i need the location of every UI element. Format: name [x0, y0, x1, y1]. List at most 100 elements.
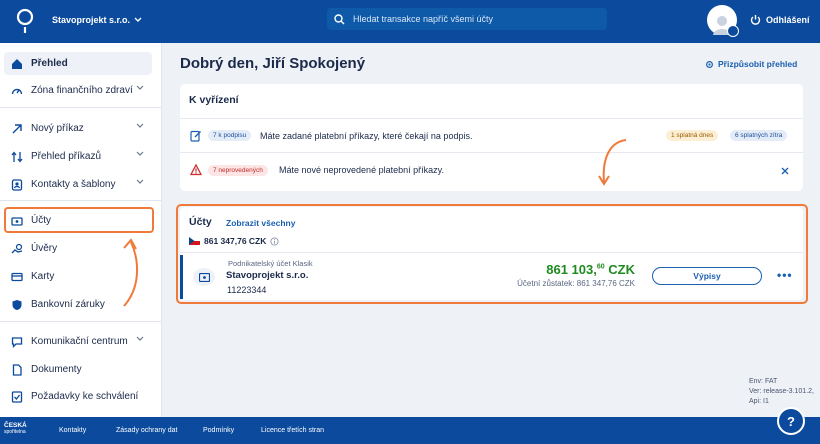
divider — [0, 107, 162, 108]
accounts-card: Účty Zobrazit všechny 861 347,76 CZK Pod… — [180, 207, 803, 300]
page-title: Dobrý den, Jiří Spokojený — [180, 55, 366, 72]
divider — [0, 321, 162, 322]
env-line: Env: FAT — [749, 378, 778, 385]
arrow-up-right-icon — [12, 123, 22, 133]
due-tomorrow-badge: 6 splatných zítra — [730, 130, 788, 141]
sidebar-item-label: Úvěry — [31, 243, 58, 254]
account-type: Podnikatelský účet Klasik — [228, 259, 313, 268]
sidebar-item-label: Bankovní záruky — [31, 299, 105, 310]
edit-document-icon — [190, 130, 201, 142]
annotation-arrow-icon — [123, 238, 139, 307]
coins-icon — [11, 243, 23, 253]
contacts-icon — [11, 178, 23, 191]
chevron-down-icon — [136, 336, 144, 341]
footer: ČESKÁ spořitelna Kontakty Zásady ochrany… — [0, 417, 820, 444]
todo-row-unexecuted[interactable]: 7 neprovedených Máte nové neprovedené pl… — [180, 152, 803, 186]
document-icon — [12, 363, 22, 376]
sidebar-item-komunikacni-centrum[interactable]: Komunikační centrum — [4, 330, 152, 353]
sidebar-item-dokumenty[interactable]: Dokumenty — [4, 358, 152, 381]
sidebar-item-prehled-prikazu[interactable]: Přehled příkazů — [4, 145, 152, 168]
search-icon — [334, 13, 345, 24]
company-name: Stavoprojekt s.r.o. — [52, 15, 131, 25]
accounts-total: 861 347,76 CZK — [189, 236, 279, 246]
footer-link-licence[interactable]: Licence třetích stran — [261, 427, 324, 434]
todo-card: K vyřízení 7 k podpisu Máte zadané plate… — [180, 84, 803, 191]
env-line: Ver: release-3.101.2, — [749, 388, 814, 395]
avatar[interactable] — [707, 5, 739, 37]
balance-cents: 60 — [596, 263, 605, 271]
sidebar-item-zona-financniho-zdravi[interactable]: Zóna finančního zdraví — [4, 79, 152, 102]
sidebar-item-label: Přehled — [31, 58, 68, 69]
todo-title: K vyřízení — [189, 94, 239, 106]
annotation-arrow-icon — [598, 139, 627, 186]
sidebar-item-label: Zóna finančního zdraví — [31, 85, 133, 96]
gear-icon — [706, 60, 713, 68]
logo-line: spořitelna — [4, 429, 26, 435]
warning-icon — [190, 164, 202, 176]
help-button[interactable]: ? — [777, 407, 805, 435]
chevron-down-icon — [136, 151, 144, 156]
account-number: 11223344 — [227, 285, 267, 295]
sidebar-item-novy-prikaz[interactable]: Nový příkaz — [4, 117, 152, 140]
total-balance: 861 347,76 CZK — [204, 236, 267, 246]
sidebar-item-label: Karty — [31, 271, 55, 282]
info-icon[interactable] — [270, 236, 279, 246]
home-icon — [12, 58, 22, 69]
approval-icon — [11, 390, 23, 403]
due-today-badge: 1 splatná dnes — [666, 130, 719, 141]
env-info: Env: FAT Ver: release-3.101.2, Api: I1 — [749, 377, 814, 407]
footer-link-zasady[interactable]: Zásady ochrany dat — [116, 427, 177, 434]
swap-arrows-icon — [11, 150, 23, 163]
shield-icon — [12, 299, 22, 310]
account-selected-bar — [180, 255, 183, 299]
sidebar-item-label: Komunikační centrum — [31, 336, 128, 347]
company-switcher[interactable]: Stavoprojekt s.r.o. — [52, 15, 142, 25]
settings-badge-icon — [727, 25, 739, 37]
sidebar-item-pozadavky-ke-schvaleni[interactable]: Požadavky ke schválení — [4, 385, 152, 408]
footer-link-podminky[interactable]: Podmínky — [203, 427, 234, 434]
account-row[interactable]: Podnikatelský účet Klasik Stavoprojekt s… — [180, 252, 803, 300]
account-name: Stavoprojekt s.r.o. — [226, 270, 309, 281]
logout-button[interactable]: Odhlášení — [750, 14, 810, 25]
balance-currency: CZK — [604, 262, 635, 277]
statements-button[interactable]: Výpisy — [652, 267, 762, 285]
account-balance: 861 103,60 CZK — [546, 262, 635, 277]
more-options-icon[interactable]: ••• — [777, 268, 793, 282]
customize-overview-button[interactable]: Přizpůsobit přehled — [705, 59, 797, 69]
search-placeholder: Hledat transakce napříč všemi účty — [353, 14, 494, 24]
footer-link-kontakty[interactable]: Kontakty — [59, 427, 86, 434]
search-input[interactable]: Hledat transakce napříč všemi účty — [327, 8, 607, 30]
todo-text: Máte zadané platební příkazy, které čeka… — [260, 131, 473, 141]
chevron-down-icon — [136, 85, 144, 90]
gauge-icon — [11, 88, 23, 94]
logout-label: Odhlášení — [766, 14, 810, 25]
sidebar-item-prehled[interactable]: Přehled — [4, 52, 152, 75]
show-all-link[interactable]: Zobrazit všechny — [226, 218, 295, 228]
env-line: Api: I1 — [749, 398, 769, 405]
logo-line: ČESKÁ — [4, 422, 27, 429]
bank-logo[interactable]: ČESKÁ spořitelna — [4, 422, 27, 436]
top-bar: Stavoprojekt s.r.o. Hledat transakce nap… — [0, 0, 820, 43]
chat-icon — [11, 336, 23, 348]
czech-flag-icon — [189, 237, 200, 245]
sidebar-item-label: Nový příkaz — [31, 123, 84, 134]
chevron-down-icon — [136, 179, 144, 184]
accounts-title: Účty — [189, 216, 212, 228]
divider — [0, 200, 162, 201]
sidebar-item-label: Přehled příkazů — [31, 151, 102, 162]
todo-row-signatures[interactable]: 7 k podpisu Máte zadané platební příkazy… — [180, 118, 803, 152]
chevron-down-icon — [136, 123, 144, 128]
sidebar-item-label: Kontakty a šablony — [31, 179, 116, 190]
chevron-down-icon — [134, 17, 142, 22]
sidebar-item-kontakty-a-sablony[interactable]: Kontakty a šablony — [4, 173, 152, 196]
close-icon[interactable] — [781, 167, 789, 175]
wallet-icon — [198, 272, 210, 282]
sidebar-item-label: Požadavky ke schválení — [31, 391, 139, 402]
logo-icon[interactable] — [14, 7, 36, 35]
customize-label: Přizpůsobit přehled — [718, 59, 798, 69]
account-icon — [193, 268, 215, 286]
sidebar-item-label: Dokumenty — [31, 364, 82, 375]
ucty-highlight-annotation — [4, 207, 154, 233]
balance-main: 861 103, — [546, 262, 597, 277]
power-icon — [750, 15, 761, 25]
